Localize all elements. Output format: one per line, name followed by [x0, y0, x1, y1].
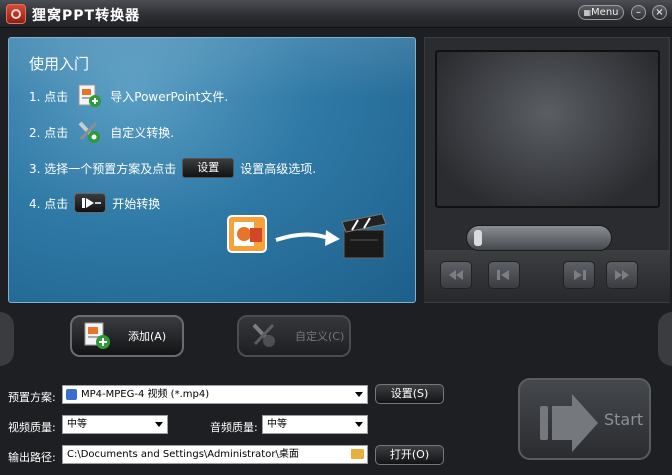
chevron-down-icon — [155, 422, 163, 427]
guide-title: 使用入门 — [29, 55, 90, 73]
step2-prefix: 2. 点击 — [29, 125, 69, 140]
open-folder-button[interactable]: 打开(O) — [375, 445, 444, 465]
start-arrow-icon — [540, 394, 598, 452]
audio-quality-label: 音频质量: — [210, 421, 258, 434]
customize-button[interactable]: 自定义(C) — [237, 315, 351, 357]
right-side-tab — [658, 312, 672, 366]
menu-grid-icon: ▦ — [583, 8, 592, 17]
start-label: Start — [604, 410, 644, 429]
guide-step-2: 2. 点击 自定义转换. — [29, 120, 174, 144]
audio-quality-value: 中等 — [267, 419, 287, 430]
app-title: 狸窝PPT转换器 — [32, 8, 141, 24]
custom-tools-icon — [249, 321, 279, 351]
next-icon — [574, 270, 586, 280]
step2-suffix: 自定义转换. — [110, 125, 175, 140]
output-path-value: C:\Documents and Settings\Administrator\… — [67, 449, 299, 460]
step1-prefix: 1. 点击 — [29, 89, 69, 104]
prev-icon — [497, 270, 509, 280]
left-side-tab — [0, 312, 14, 366]
next-button[interactable] — [563, 261, 595, 289]
ppt-import-icon — [76, 84, 102, 108]
guide-step-1: 1. 点击 导入PowerPoint文件. — [29, 84, 228, 108]
preset-icon — [66, 389, 77, 400]
chevron-down-icon — [355, 422, 363, 427]
step1-suffix: 导入PowerPoint文件. — [110, 89, 229, 104]
conversion-illustration — [226, 208, 396, 268]
guide-step-3: 3. 选择一个预置方案及点击 设置 设置高级选项. — [29, 156, 316, 180]
prev-button[interactable] — [488, 261, 520, 289]
preset-value: MP4-MPEG-4 视频 (*.mp4) — [81, 389, 210, 400]
video-quality-select[interactable]: 中等 — [62, 415, 168, 434]
arrow-icon — [275, 230, 340, 246]
add-label: 添加(A) — [128, 330, 167, 343]
guide-settings-button: 设置 — [182, 158, 235, 178]
preview-screen — [435, 50, 660, 208]
video-quality-label: 视频质量: — [8, 421, 56, 434]
preset-select[interactable]: MP4-MPEG-4 视频 (*.mp4) — [62, 385, 368, 404]
output-path-field[interactable]: C:\Documents and Settings\Administrator\… — [62, 445, 368, 464]
progress-slider[interactable] — [466, 225, 612, 251]
video-quality-value: 中等 — [67, 419, 87, 430]
minimize-button[interactable]: – — [631, 5, 646, 20]
menu-label: Menu — [591, 7, 619, 18]
progress-slider-knob[interactable] — [474, 230, 482, 246]
step4-suffix: 开始转换 — [112, 196, 161, 211]
close-button[interactable]: × — [652, 5, 667, 20]
menu-button[interactable]: ▦Menu — [578, 5, 624, 20]
audio-quality-select[interactable]: 中等 — [262, 415, 368, 434]
tools-icon — [76, 120, 102, 144]
forward-button[interactable] — [606, 261, 638, 289]
custom-label: 自定义(C) — [295, 330, 345, 343]
guide-step-4: 4. 点击 开始转换 — [29, 191, 160, 215]
forward-icon — [615, 270, 629, 280]
step4-prefix: 4. 点击 — [29, 196, 69, 211]
app-logo-icon — [6, 4, 26, 24]
step3-prefix: 3. 选择一个预置方案及点击 — [29, 161, 177, 176]
rewind-icon — [449, 270, 463, 280]
chevron-down-icon — [355, 392, 363, 397]
folder-icon[interactable] — [351, 449, 364, 459]
add-button[interactable]: 添加(A) — [70, 315, 184, 357]
powerpoint-icon — [227, 215, 267, 253]
step3-suffix: 设置高级选项. — [240, 161, 317, 176]
clapperboard-icon — [341, 213, 387, 259]
rewind-button[interactable] — [440, 261, 472, 289]
illustration-svg — [227, 213, 387, 259]
preset-label: 预置方案: — [8, 391, 56, 404]
preset-settings-button[interactable]: 设置(S) — [375, 384, 444, 404]
add-file-icon — [82, 321, 112, 351]
play-icon — [74, 193, 107, 213]
output-path-label: 输出路径: — [8, 451, 56, 464]
